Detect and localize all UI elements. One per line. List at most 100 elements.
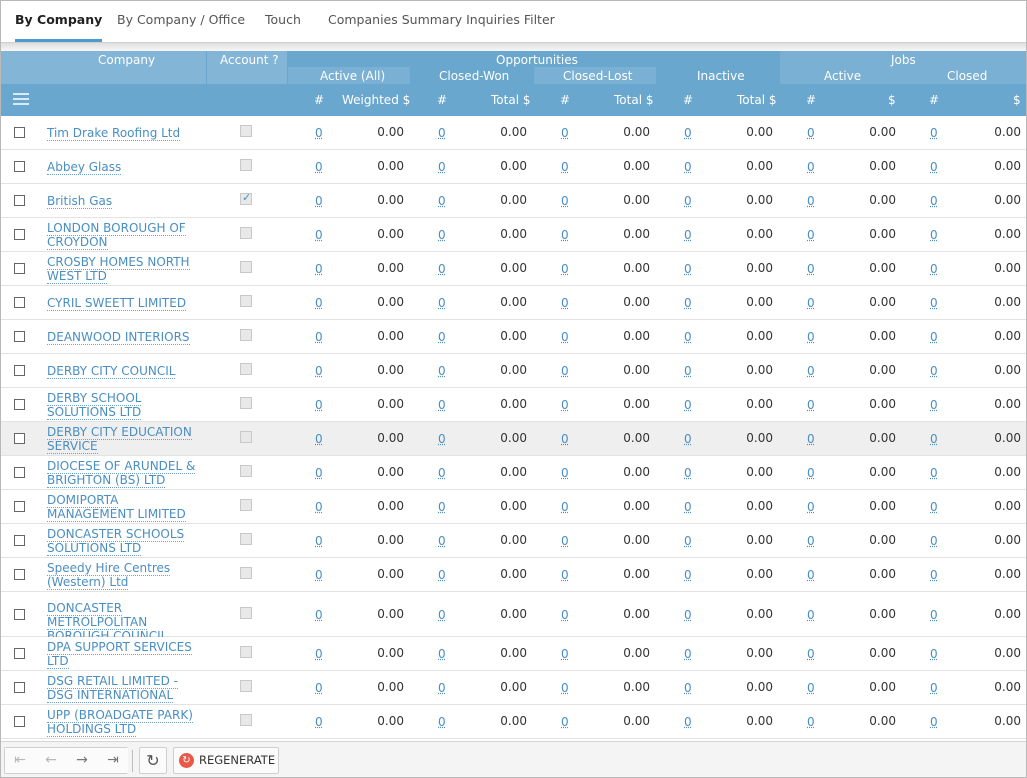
count-link[interactable]: 0 bbox=[930, 432, 938, 446]
count-link[interactable]: 0 bbox=[930, 126, 938, 140]
count-link[interactable]: 0 bbox=[438, 194, 446, 208]
table-row[interactable]: CROSBY HOMES NORTH WEST LTD 0 0.00 0 0.00 0 0.… bbox=[1, 252, 1026, 286]
count-link[interactable]: 0 bbox=[438, 296, 446, 310]
count-link[interactable]: 0 bbox=[930, 228, 938, 242]
table-row[interactable]: DERBY CITY COUNCIL 0 0.00 0 0.00 0 0.00 0 0.00 0 0… bbox=[1, 354, 1026, 388]
count-link[interactable]: 0 bbox=[930, 466, 938, 480]
count-link[interactable]: 0 bbox=[807, 398, 815, 412]
count-link[interactable]: 0 bbox=[684, 262, 692, 276]
row-select-checkbox[interactable] bbox=[14, 433, 25, 444]
count-link[interactable]: 0 bbox=[684, 194, 692, 208]
tab-by-company-office[interactable]: By Company / Office bbox=[117, 1, 245, 42]
count-link[interactable]: 0 bbox=[684, 296, 692, 310]
count-link[interactable]: 0 bbox=[684, 228, 692, 242]
count-link[interactable]: 0 bbox=[930, 262, 938, 276]
company-link[interactable]: DERBY CITY COUNCIL bbox=[47, 364, 176, 379]
table-row[interactable]: DPA SUPPORT SERVICES LTD 0 0.00 0 0.00 0 0.00 0… bbox=[1, 637, 1026, 671]
count-link[interactable]: 0 bbox=[684, 534, 692, 548]
row-select-checkbox[interactable] bbox=[14, 608, 25, 620]
company-link[interactable]: DSG RETAIL LIMITED - DSG INTERNATIONAL bbox=[47, 674, 178, 703]
refresh-icon[interactable]: ↻ bbox=[139, 747, 167, 774]
header-sub-count[interactable]: # bbox=[560, 93, 570, 107]
count-link[interactable]: 0 bbox=[315, 194, 323, 208]
count-link[interactable]: 0 bbox=[561, 500, 569, 514]
count-link[interactable]: 0 bbox=[807, 228, 815, 242]
count-link[interactable]: 0 bbox=[315, 262, 323, 276]
table-row[interactable]: LONDON BOROUGH OF CROYDON 0 0.00 0 0.00 0 0.00… bbox=[1, 218, 1026, 252]
count-link[interactable]: 0 bbox=[438, 681, 446, 695]
count-link[interactable]: 0 bbox=[807, 715, 815, 729]
count-link[interactable]: 0 bbox=[684, 608, 692, 622]
count-link[interactable]: 0 bbox=[561, 715, 569, 729]
company-link[interactable]: DPA SUPPORT SERVICES LTD bbox=[47, 640, 192, 669]
count-link[interactable]: 0 bbox=[438, 500, 446, 514]
count-link[interactable]: 0 bbox=[438, 126, 446, 140]
company-link[interactable]: DERBY SCHOOL SOLUTIONS LTD bbox=[47, 391, 142, 420]
count-link[interactable]: 0 bbox=[561, 466, 569, 480]
company-link[interactable]: DOMIPORTA MANAGEMENT LIMITED bbox=[47, 493, 186, 522]
company-link[interactable]: Speedy Hire Centres (Western) Ltd bbox=[47, 561, 171, 590]
count-link[interactable]: 0 bbox=[807, 500, 815, 514]
header-sub-count[interactable]: # bbox=[437, 93, 447, 107]
company-link[interactable]: DIOCESE OF ARUNDEL & BRIGHTON (BS) LTD bbox=[47, 459, 196, 488]
header-sub-count[interactable]: # bbox=[314, 93, 324, 107]
count-link[interactable]: 0 bbox=[684, 432, 692, 446]
row-select-checkbox[interactable] bbox=[14, 229, 25, 240]
count-link[interactable]: 0 bbox=[561, 681, 569, 695]
count-link[interactable]: 0 bbox=[930, 681, 938, 695]
table-row[interactable]: DONCASTER SCHOOLS SOLUTIONS LTD 0 0.00 0 0.0… bbox=[1, 524, 1026, 558]
count-link[interactable]: 0 bbox=[930, 194, 938, 208]
count-link[interactable]: 0 bbox=[930, 160, 938, 174]
count-link[interactable]: 0 bbox=[807, 126, 815, 140]
header-sub-count[interactable]: # bbox=[683, 93, 693, 107]
count-link[interactable]: 0 bbox=[561, 432, 569, 446]
table-row[interactable]: Abbey Glass 0 0.00 0 0.00 0 0.00 0 0.00 0 0.00 0 0.0… bbox=[1, 150, 1026, 184]
count-link[interactable]: 0 bbox=[438, 262, 446, 276]
count-link[interactable]: 0 bbox=[561, 330, 569, 344]
tab-companies-summary-inquiries-filter[interactable]: Companies Summary Inquiries Filter bbox=[328, 1, 555, 42]
count-link[interactable]: 0 bbox=[438, 466, 446, 480]
table-row[interactable]: Speedy Hire Centres (Western) Ltd 0 0.00 0 0… bbox=[1, 558, 1026, 592]
count-link[interactable]: 0 bbox=[561, 608, 569, 622]
count-link[interactable]: 0 bbox=[930, 330, 938, 344]
header-sub-count[interactable]: # bbox=[806, 93, 816, 107]
count-link[interactable]: 0 bbox=[930, 500, 938, 514]
row-select-checkbox[interactable] bbox=[14, 535, 25, 546]
header-company[interactable]: Company bbox=[98, 53, 155, 67]
company-link[interactable]: UPP (BROADGATE PARK) HOLDINGS LTD bbox=[47, 708, 193, 737]
count-link[interactable]: 0 bbox=[561, 262, 569, 276]
company-link[interactable]: DEANWOOD INTERIORS bbox=[47, 330, 190, 345]
next-page-icon[interactable]: → bbox=[67, 748, 97, 773]
count-link[interactable]: 0 bbox=[438, 364, 446, 378]
company-link[interactable]: CROSBY HOMES NORTH WEST LTD bbox=[47, 255, 190, 284]
company-link[interactable]: Abbey Glass bbox=[47, 160, 122, 175]
header-sub-amount[interactable]: $ bbox=[888, 93, 896, 107]
count-link[interactable]: 0 bbox=[684, 330, 692, 344]
count-link[interactable]: 0 bbox=[315, 160, 323, 174]
count-link[interactable]: 0 bbox=[315, 296, 323, 310]
row-select-checkbox[interactable] bbox=[14, 365, 25, 376]
header-sub-amount[interactable]: Total $ bbox=[614, 93, 653, 107]
count-link[interactable]: 0 bbox=[930, 398, 938, 412]
table-row[interactable]: Tim Drake Roofing Ltd 0 0.00 0 0.00 0 0.00 0 0.0… bbox=[1, 116, 1026, 150]
count-link[interactable]: 0 bbox=[315, 432, 323, 446]
row-select-checkbox[interactable] bbox=[14, 399, 25, 410]
count-link[interactable]: 0 bbox=[807, 534, 815, 548]
count-link[interactable]: 0 bbox=[930, 296, 938, 310]
count-link[interactable]: 0 bbox=[561, 228, 569, 242]
table-row[interactable]: British Gas 0 0.00 0 0.00 0 0.00 0 0.00 0 0.00 0 0.0… bbox=[1, 184, 1026, 218]
count-link[interactable]: 0 bbox=[315, 364, 323, 378]
count-link[interactable]: 0 bbox=[684, 500, 692, 514]
count-link[interactable]: 0 bbox=[315, 330, 323, 344]
count-link[interactable]: 0 bbox=[438, 568, 446, 582]
count-link[interactable]: 0 bbox=[807, 681, 815, 695]
count-link[interactable]: 0 bbox=[438, 330, 446, 344]
header-account[interactable]: Account ? bbox=[220, 53, 279, 67]
row-select-checkbox[interactable] bbox=[14, 297, 25, 308]
count-link[interactable]: 0 bbox=[561, 568, 569, 582]
count-link[interactable]: 0 bbox=[684, 681, 692, 695]
count-link[interactable]: 0 bbox=[561, 194, 569, 208]
last-page-icon[interactable]: ⇥ bbox=[98, 748, 128, 773]
count-link[interactable]: 0 bbox=[684, 715, 692, 729]
row-select-checkbox[interactable] bbox=[14, 161, 25, 172]
